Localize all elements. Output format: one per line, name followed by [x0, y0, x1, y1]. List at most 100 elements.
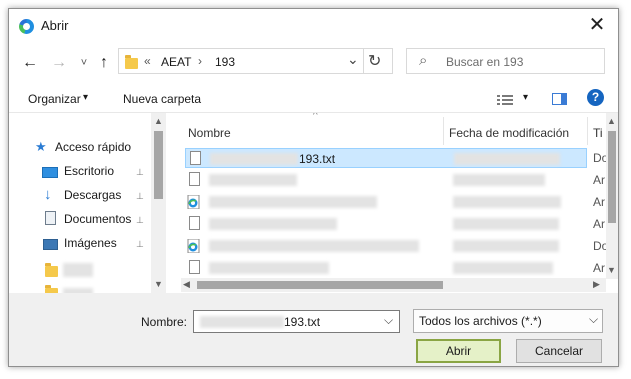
download-icon: ↓ — [44, 186, 52, 203]
title-bar: Abrir ✕ — [9, 9, 618, 43]
redacted-file-name — [209, 218, 337, 230]
breadcrumb-separator: › — [198, 54, 202, 68]
scroll-up-icon[interactable]: ▲ — [154, 116, 163, 126]
sidebar-item-documents[interactable]: Documentos — [64, 212, 131, 232]
navigation-pane: ★ Acceso rápido Escritorio ⊥ ↓ Descargas… — [9, 113, 166, 293]
sidebar-item-downloads[interactable]: Descargas — [64, 188, 121, 208]
chevron-down-icon[interactable]: ⌵ — [589, 312, 598, 327]
view-caret-icon[interactable]: ▾ — [523, 92, 528, 103]
file-list-hscrollbar[interactable]: ◀ ▶ — [181, 278, 606, 292]
address-dropdown-icon[interactable]: ⌄ — [347, 51, 359, 68]
desktop-icon — [42, 167, 58, 178]
file-row[interactable]: 193.txt — [185, 148, 587, 168]
redacted-file-name — [209, 174, 297, 186]
pin-icon: ⊥ — [136, 167, 144, 177]
address-divider — [363, 49, 364, 73]
column-header-date[interactable]: Fecha de modificación — [449, 126, 569, 140]
pin-icon: ⊥ — [136, 191, 144, 201]
file-row[interactable] — [185, 170, 587, 190]
sidebar-item-quick-access[interactable]: Acceso rápido — [55, 140, 131, 160]
window-title: Abrir — [41, 18, 69, 33]
redacted-date — [453, 196, 561, 208]
navigation-scrollbar[interactable]: ▲ ▼ — [151, 113, 166, 293]
pictures-icon — [43, 239, 58, 250]
redacted-file-name — [209, 262, 329, 274]
chevrons-icon[interactable]: « — [144, 54, 151, 68]
edge-file-icon — [187, 195, 200, 209]
help-icon[interactable]: ? — [587, 89, 604, 106]
search-icon: ⌕ — [419, 52, 428, 69]
file-type: Ar — [593, 195, 605, 209]
refresh-icon[interactable]: ↻ — [368, 51, 381, 71]
column-divider[interactable] — [443, 117, 444, 145]
scroll-down-icon[interactable]: ▼ — [607, 265, 616, 275]
redacted-date — [453, 240, 559, 252]
forward-arrow-icon[interactable]: → — [50, 54, 68, 72]
scrollbar-thumb[interactable] — [154, 131, 163, 199]
search-box[interactable]: ⌕ Buscar en 193 — [406, 48, 605, 74]
file-type: Ar — [593, 217, 605, 231]
sort-ascending-icon: ^ — [313, 113, 318, 121]
cancel-button[interactable]: Cancelar — [516, 339, 602, 363]
open-file-dialog: Abrir ✕ ← → ˅ ↑ « AEAT › 193 ⌄ ↻ ⌕ Busca… — [8, 8, 619, 367]
text-file-icon — [190, 151, 201, 165]
chevron-down-icon[interactable]: ⌵ — [384, 313, 393, 328]
redacted-file-name — [209, 240, 419, 252]
file-name: 193.txt — [299, 152, 336, 166]
up-folder-icon[interactable]: ↑ — [95, 54, 113, 72]
redacted-date — [453, 218, 559, 230]
sidebar-item-desktop[interactable]: Escritorio — [64, 164, 114, 184]
open-button[interactable]: Abrir — [416, 339, 501, 363]
back-arrow-icon[interactable]: ← — [21, 54, 39, 72]
edge-file-icon — [187, 239, 200, 253]
redacted-date — [453, 174, 545, 186]
column-header-type[interactable]: Ti — [593, 126, 603, 140]
file-name-input[interactable]: 193.txt ⌵ — [193, 310, 400, 333]
recent-locations-icon[interactable]: ˅ — [75, 54, 93, 72]
preview-pane-icon[interactable] — [552, 93, 567, 105]
redacted-file-name — [210, 153, 298, 165]
file-list-scrollbar[interactable]: ▲ ▼ — [606, 113, 618, 279]
text-file-icon — [189, 172, 200, 186]
scroll-down-icon[interactable]: ▼ — [154, 279, 163, 289]
command-bar: Organizar ▾ Nueva carpeta ▾ ? — [9, 85, 618, 113]
pin-icon: ⊥ — [136, 239, 144, 249]
sidebar-item-pictures[interactable]: Imágenes — [64, 236, 117, 256]
organize-button[interactable]: Organizar — [28, 92, 81, 106]
breadcrumb-aeat[interactable]: AEAT — [161, 55, 191, 69]
organize-caret-icon: ▾ — [83, 92, 89, 103]
view-options-icon[interactable] — [497, 94, 513, 105]
file-type: Ar — [593, 173, 605, 187]
file-row[interactable] — [185, 214, 587, 234]
scrollbar-thumb[interactable] — [197, 281, 443, 289]
folder-icon — [45, 263, 58, 277]
file-name-label: Nombre: — [141, 315, 188, 329]
text-file-icon — [189, 216, 200, 230]
star-icon: ★ — [35, 139, 47, 154]
redacted-date — [454, 153, 560, 165]
redacted-file-name — [200, 316, 284, 328]
close-icon[interactable]: ✕ — [584, 13, 610, 37]
file-row[interactable] — [185, 258, 587, 278]
text-file-icon — [189, 260, 200, 274]
scroll-left-icon[interactable]: ◀ — [183, 279, 190, 290]
address-bar[interactable]: « AEAT › 193 ⌄ — [118, 48, 393, 74]
scroll-up-icon[interactable]: ▲ — [607, 116, 616, 126]
file-row[interactable] — [185, 192, 587, 212]
redacted-folder-name[interactable] — [63, 263, 93, 277]
breadcrumb-193[interactable]: 193 — [215, 55, 235, 69]
file-row[interactable] — [185, 236, 587, 256]
scroll-right-icon[interactable]: ▶ — [593, 279, 600, 290]
file-name-value: 193.txt — [284, 315, 321, 329]
documents-icon — [45, 211, 56, 225]
pin-icon: ⊥ — [136, 215, 144, 225]
column-divider[interactable] — [587, 117, 588, 145]
new-folder-button[interactable]: Nueva carpeta — [123, 92, 201, 106]
dialog-footer: Nombre: 193.txt ⌵ Todos los archivos (*.… — [9, 293, 618, 366]
column-header-name[interactable]: Nombre — [188, 126, 231, 140]
file-type-filter-value: Todos los archivos (*.*) — [419, 314, 542, 328]
file-type-filter-select[interactable]: Todos los archivos (*.*) ⌵ — [413, 309, 603, 333]
folder-icon — [125, 55, 138, 69]
scrollbar-thumb[interactable] — [608, 131, 616, 223]
redacted-date — [453, 262, 553, 274]
